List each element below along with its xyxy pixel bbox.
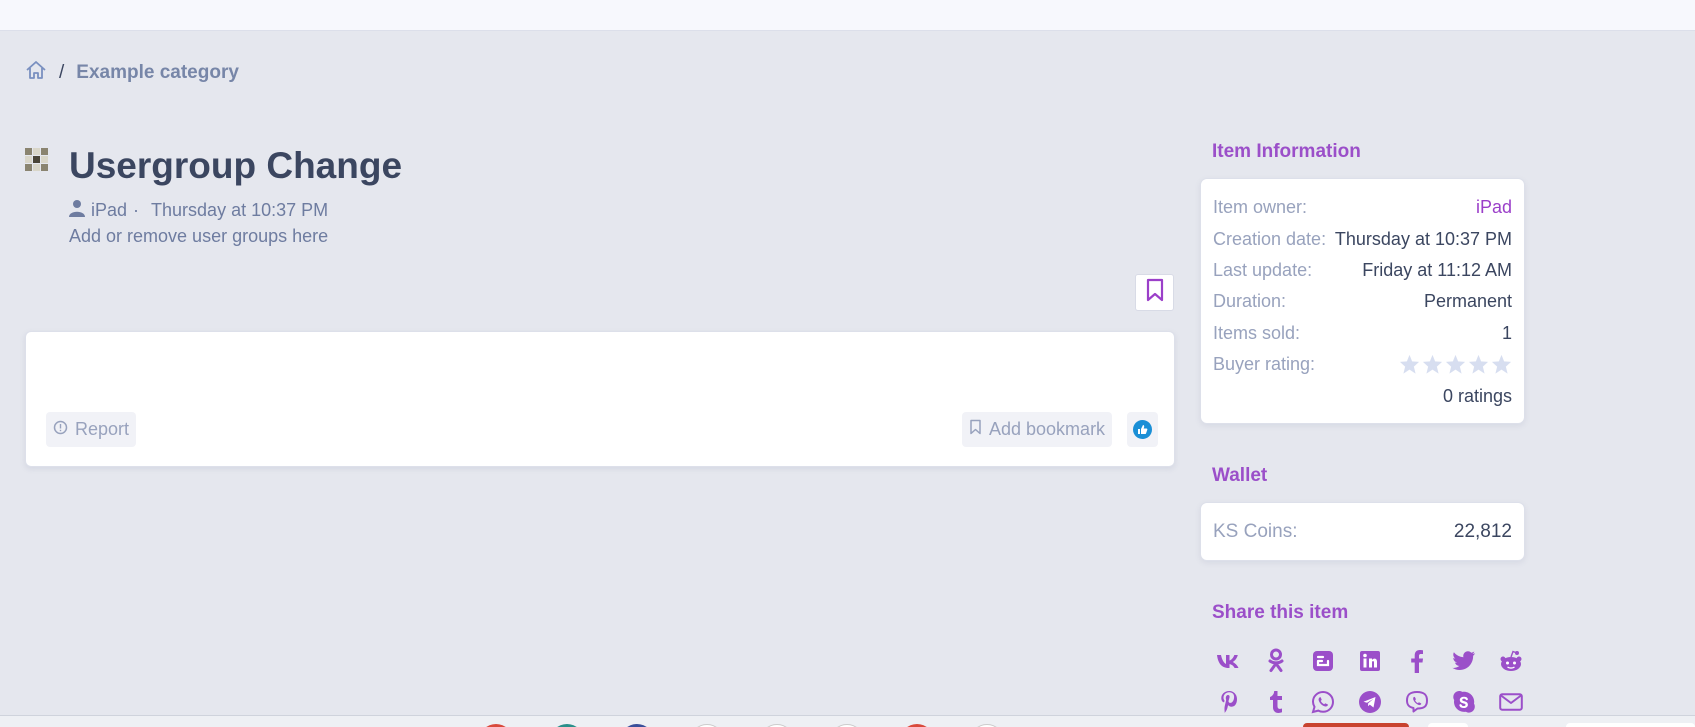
star-icon xyxy=(1491,354,1512,374)
info-label: Creation date: xyxy=(1213,229,1327,249)
item-content-card: Report Add bookmark xyxy=(25,331,1175,467)
item-owner-link[interactable]: iPad xyxy=(1476,197,1512,218)
info-row-last-update: Last update: Friday at 11:12 AM xyxy=(1213,260,1512,281)
bottom-action-button[interactable] xyxy=(1303,723,1409,727)
bookmark-outline-icon xyxy=(969,419,982,440)
report-button[interactable]: Report xyxy=(46,412,137,447)
home-icon[interactable] xyxy=(25,60,47,86)
like-button[interactable] xyxy=(1127,412,1158,447)
info-label: Item owner: xyxy=(1213,197,1308,217)
info-row-creation: Creation date: Thursday at 10:37 PM xyxy=(1213,229,1512,250)
rating-count: 0 ratings xyxy=(1442,386,1512,406)
breadcrumb: / Example category xyxy=(25,60,239,86)
info-label: Last update: xyxy=(1213,260,1313,280)
breadcrumb-separator: / xyxy=(59,62,65,83)
wallet-panel: KS Coins: 22,812 xyxy=(1200,502,1525,561)
blogger-icon[interactable] xyxy=(1299,640,1346,681)
bookmark-icon xyxy=(1146,278,1164,307)
info-row-duration: Duration: Permanent xyxy=(1213,291,1512,312)
facebook-icon[interactable] xyxy=(1393,640,1440,681)
info-value: Permanent xyxy=(1423,291,1512,311)
report-icon xyxy=(53,419,68,440)
vk-icon[interactable] xyxy=(1205,640,1252,681)
reddit-icon[interactable] xyxy=(1487,640,1534,681)
add-bookmark-label: Add bookmark xyxy=(989,419,1106,439)
top-bar xyxy=(0,0,1695,31)
wallet-title: Wallet xyxy=(1212,465,1268,486)
bottom-action-button[interactable] xyxy=(1566,723,1695,727)
star-icon xyxy=(1445,354,1466,374)
star-icon xyxy=(1468,354,1489,374)
bottom-action-button[interactable] xyxy=(1428,723,1468,727)
breadcrumb-category-link[interactable]: Example category xyxy=(76,62,239,84)
wallet-row: KS Coins: 22,812 xyxy=(1213,521,1512,543)
item-information-title: Item Information xyxy=(1212,141,1361,162)
info-value: Friday at 11:12 AM xyxy=(1362,260,1512,280)
meta-separator: · xyxy=(133,200,140,220)
item-author-link[interactable]: iPad xyxy=(91,200,127,221)
wallet-value: 22,812 xyxy=(1453,521,1512,542)
twitter-icon[interactable] xyxy=(1440,640,1487,681)
star-icon xyxy=(1422,354,1443,374)
share-title: Share this item xyxy=(1212,602,1349,623)
linkedin-icon[interactable] xyxy=(1346,640,1393,681)
item-date: Thursday at 10:37 PM xyxy=(151,200,329,220)
item-information-panel: Item owner: iPad Creation date: Thursday… xyxy=(1200,178,1525,424)
report-label: Report xyxy=(75,419,130,439)
wallet-label: KS Coins: xyxy=(1213,521,1298,542)
info-value: Thursday at 10:37 PM xyxy=(1334,229,1512,249)
info-label: Duration: xyxy=(1213,291,1287,311)
add-bookmark-button[interactable]: Add bookmark xyxy=(962,412,1113,447)
thumbs-up-icon xyxy=(1133,420,1152,439)
page-title: Usergroup Change xyxy=(69,145,403,186)
info-row-items-sold: Items sold: 1 xyxy=(1213,323,1512,344)
info-row-buyer-rating: Buyer rating: xyxy=(1213,354,1512,375)
info-label: Buyer rating: xyxy=(1213,354,1316,374)
item-description: Add or remove user groups here xyxy=(69,226,329,246)
share-icons xyxy=(1205,640,1534,722)
rating-stars xyxy=(1399,354,1512,375)
info-label: Items sold: xyxy=(1213,323,1301,343)
star-icon xyxy=(1399,354,1420,374)
info-value: 1 xyxy=(1501,323,1512,343)
bottom-share-bar xyxy=(0,715,1695,727)
bookmark-button[interactable] xyxy=(1135,274,1174,311)
info-row-owner: Item owner: iPad xyxy=(1213,197,1512,218)
item-meta: iPad · Thursday at 10:37 PM xyxy=(69,199,328,222)
user-icon xyxy=(69,199,85,222)
odnoklassniki-icon[interactable] xyxy=(1252,640,1299,681)
item-thumbnail xyxy=(25,148,48,171)
info-row-rating-count: 0 ratings xyxy=(1213,386,1512,407)
